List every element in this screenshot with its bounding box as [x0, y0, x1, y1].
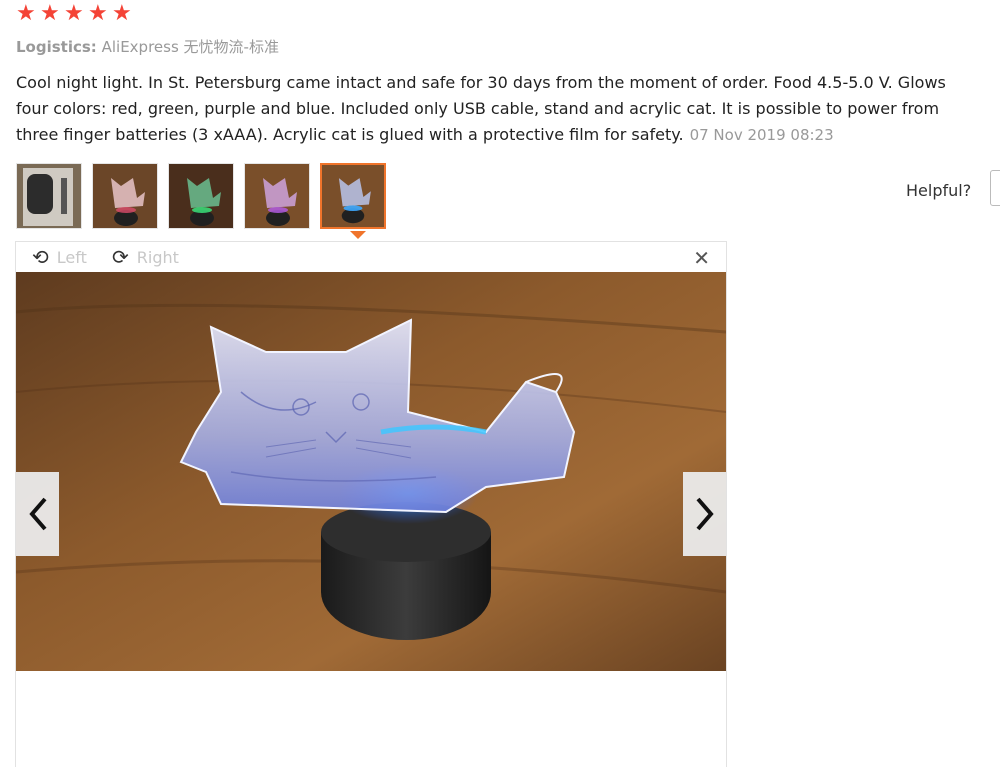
review-photo: [16, 272, 726, 671]
logistics-label: Logistics:: [16, 38, 97, 56]
review-line-text: three finger batteries (3 xAAA). Acrylic…: [16, 125, 684, 144]
logistics-info: Logistics: AliExpress 无忧物流-标准: [16, 36, 279, 57]
photo-thumbnails: [16, 163, 386, 229]
rotate-right-button[interactable]: ⟳ Right: [112, 245, 179, 269]
review-date: 07 Nov 2019 08:23: [689, 126, 834, 144]
logistics-value: AliExpress 无忧物流-标准: [101, 38, 279, 56]
helpful-label: Helpful?: [906, 181, 972, 200]
thumbnail-blue-light-photo[interactable]: [320, 163, 386, 229]
review-item: ★ ★ ★ ★ ★ Logistics: AliExpress 无忧物流-标准 …: [0, 0, 1000, 767]
star-icon: ★: [88, 1, 108, 26]
rating-stars: ★ ★ ★ ★ ★: [16, 3, 134, 25]
chevron-right-icon: [695, 497, 714, 531]
star-icon: ★: [16, 1, 36, 26]
thumbnail-box-photo[interactable]: [16, 163, 82, 229]
thumbnail-purple-light-photo[interactable]: [244, 163, 310, 229]
thumbnail-red-light-photo[interactable]: [92, 163, 158, 229]
rotate-right-label: Right: [136, 247, 179, 267]
helpful-button[interactable]: [990, 170, 1000, 206]
viewer-toolbar: ⟲ Left ⟳ Right ✕: [16, 242, 726, 272]
review-line: four colors: red, green, purple and blue…: [16, 99, 940, 118]
rotate-left-icon: ⟲: [32, 245, 49, 269]
review-text: Cool night light. In St. Petersburg came…: [16, 70, 1000, 148]
star-icon: ★: [112, 1, 132, 26]
rotate-left-label: Left: [56, 247, 87, 267]
star-icon: ★: [40, 1, 60, 26]
active-thumbnail-caret: [350, 231, 366, 239]
photo-viewer: ⟲ Left ⟳ Right ✕: [15, 241, 727, 767]
rotate-right-icon: ⟳: [112, 245, 129, 269]
close-icon[interactable]: ✕: [693, 246, 710, 270]
chevron-left-icon: [28, 497, 47, 531]
previous-photo-button[interactable]: [16, 472, 59, 556]
star-icon: ★: [64, 1, 84, 26]
thumbnail-green-light-photo[interactable]: [168, 163, 234, 229]
rotate-left-button[interactable]: ⟲ Left: [32, 245, 87, 269]
next-photo-button[interactable]: [683, 472, 726, 556]
review-line: Cool night light. In St. Petersburg came…: [16, 73, 946, 92]
review-line-last: three finger batteries (3 xAAA). Acrylic…: [16, 122, 1000, 148]
